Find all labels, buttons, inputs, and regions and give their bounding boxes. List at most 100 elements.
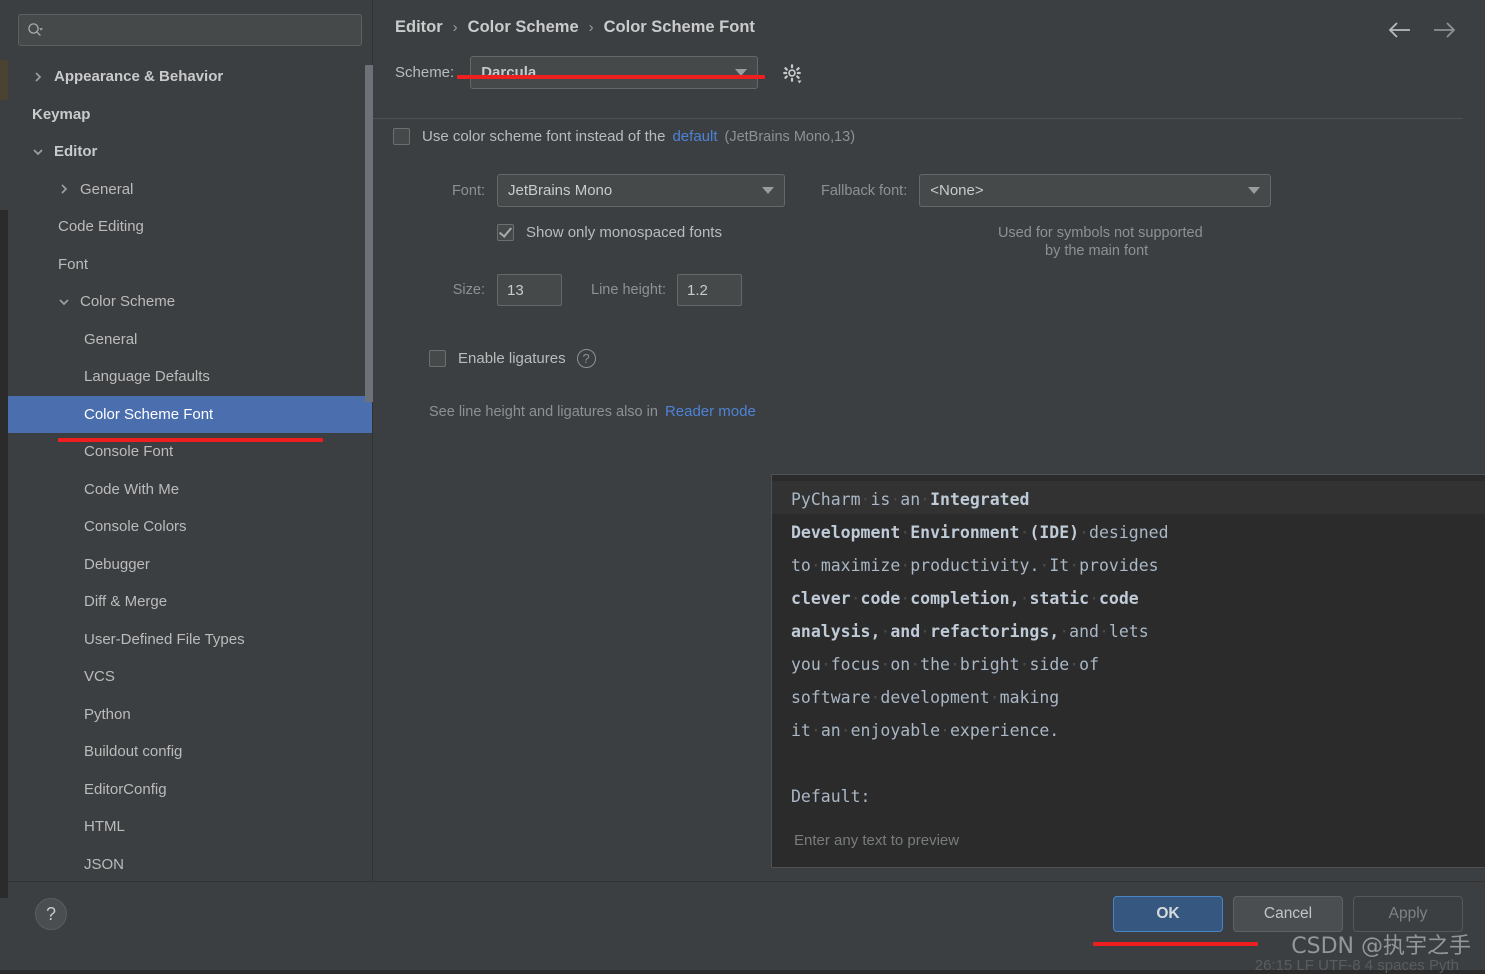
preview-line: Default:	[791, 780, 1485, 813]
preview-token: ·	[920, 490, 931, 509]
options-area: Use color scheme font instead of the def…	[373, 128, 1485, 420]
search-row	[8, 0, 372, 56]
sidebar-item-code-with-me[interactable]: Code With Me	[8, 471, 372, 509]
search-icon	[27, 22, 43, 38]
sidebar-item-code-editing[interactable]: Code Editing	[8, 208, 372, 246]
preview-token: ·	[949, 655, 960, 674]
ok-button[interactable]: OK	[1113, 896, 1223, 932]
chevron-right-icon[interactable]	[32, 71, 44, 83]
preview-token: code	[1099, 589, 1139, 608]
sidebar-item-appearance-behavior[interactable]: Appearance & Behavior	[8, 58, 372, 96]
sidebar-item-python[interactable]: Python	[8, 696, 372, 734]
preview-placeholder: Enter any text to preview	[794, 832, 960, 849]
sidebar-item-font[interactable]: Font	[8, 246, 372, 284]
sidebar-item-label: Appearance & Behavior	[54, 68, 224, 86]
search-box[interactable]	[18, 14, 362, 46]
sidebar-item-json[interactable]: JSON	[8, 846, 372, 882]
preview-token: ·	[810, 556, 821, 575]
sidebar-item-console-colors[interactable]: Console Colors	[8, 508, 372, 546]
settings-dialog: Appearance & Behavior Keymap Editor General…	[8, 0, 1485, 970]
backdrop-strip-left-b	[0, 100, 8, 210]
monospaced-label: Show only monospaced fonts	[526, 224, 722, 241]
sidebar-item-editorconfig[interactable]: EditorConfig	[8, 771, 372, 809]
font-select[interactable]: JetBrains Mono	[497, 174, 785, 207]
chevron-down-icon[interactable]	[32, 146, 44, 158]
reader-mode-note: See line height and ligatures also in Re…	[373, 403, 1485, 420]
preview-token: provides	[1079, 556, 1159, 575]
backdrop-strip-left-c	[0, 210, 8, 238]
scheme-select[interactable]: Darcula	[470, 56, 759, 89]
sidebar-item-language-defaults[interactable]: Language Defaults	[8, 358, 372, 396]
search-input[interactable]	[43, 21, 353, 39]
question-mark-icon[interactable]: ?	[576, 349, 596, 368]
backdrop-strip-left-a	[0, 60, 8, 100]
preview-token: ·	[1069, 655, 1080, 674]
ligatures-row: Enable ligatures ?	[373, 349, 1485, 368]
sidebar-item-color-scheme-font[interactable]: Color Scheme Font	[8, 395, 372, 433]
preview-token: ·	[840, 721, 851, 740]
sidebar-item-user-defined-file-types[interactable]: User-Defined File Types	[8, 621, 372, 659]
sidebar-item-editor[interactable]: Editor	[8, 133, 372, 171]
preview-token: it	[791, 721, 811, 740]
default-font-link[interactable]: default	[672, 128, 717, 145]
preview-token: ·	[940, 721, 950, 740]
fallback-font-select[interactable]: <None>	[919, 174, 1272, 207]
sidebar-item-html[interactable]: HTML	[8, 808, 372, 846]
preview-token: ·	[870, 688, 881, 707]
settings-tree[interactable]: Appearance & Behavior Keymap Editor General…	[8, 56, 372, 881]
monospaced-checkbox[interactable]	[497, 224, 514, 241]
sidebar-item-buildout-config[interactable]: Buildout config	[8, 733, 372, 771]
preview-token: ·	[910, 655, 921, 674]
preview-token: (IDE)	[1029, 523, 1080, 542]
annotation-underline-scheme	[457, 75, 765, 79]
preview-token: ·	[880, 622, 891, 641]
preview-token: bright	[959, 655, 1020, 674]
sidebar-item-label: Editor	[54, 143, 98, 161]
sidebar-item-vcs[interactable]: VCS	[8, 658, 372, 696]
gear-icon[interactable]	[780, 61, 804, 85]
line-height-input[interactable]: 1.2	[676, 274, 742, 306]
chevron-right-icon[interactable]	[58, 183, 70, 195]
sidebar-item-color-scheme[interactable]: Color Scheme	[8, 283, 372, 321]
sidebar-item-label: General	[80, 180, 134, 198]
preview-token: ·	[850, 589, 861, 608]
preview-token: the	[920, 655, 950, 674]
dialog-body: Appearance & Behavior Keymap Editor General…	[8, 0, 1485, 881]
chevron-down-icon[interactable]	[58, 296, 70, 308]
cancel-button[interactable]: Cancel	[1233, 896, 1343, 932]
sidebar-item-label: General	[84, 330, 138, 348]
preview-text: PyCharm·is·an·Integrated Development·Envi…	[791, 483, 1485, 813]
font-preview[interactable]: PyCharm·is·an·Integrated Development·Envi…	[771, 474, 1485, 868]
preview-token: ·	[1039, 556, 1050, 575]
preview-token: static	[1029, 589, 1090, 608]
scheme-label: Scheme:	[395, 64, 455, 81]
sidebar-item-label: Code With Me	[84, 480, 180, 498]
preview-line: to·maximize·productivity.·It·provides	[791, 549, 1485, 582]
sidebar-item-diff-merge[interactable]: Diff & Merge	[8, 583, 372, 621]
sidebar-item-keymap[interactable]: Keymap	[8, 96, 372, 134]
preview-token: on	[890, 655, 911, 674]
fallback-hint-row-2: by the main font	[373, 243, 1485, 259]
preview-token: making	[999, 688, 1060, 707]
size-input[interactable]: 13	[497, 274, 562, 306]
preview-line: analysis,·and·refactorings,·and·lets	[791, 615, 1485, 648]
ligatures-checkbox[interactable]	[429, 350, 446, 367]
preview-token: analysis,	[791, 622, 881, 641]
fallback-font-label: Fallback font:	[821, 182, 908, 199]
sidebar-item-label: Language Defaults	[84, 368, 210, 386]
sidebar-item-general[interactable]: General	[8, 171, 372, 209]
sidebar-item-general[interactable]: General	[8, 321, 372, 359]
preview-token: completion,	[910, 589, 1020, 608]
preview-token: ·	[920, 622, 931, 641]
help-button[interactable]: ?	[35, 898, 67, 930]
preview-token: and	[890, 622, 921, 641]
sidebar-item-label: Code Editing	[58, 218, 144, 236]
preview-token: ·	[1089, 589, 1099, 608]
sidebar-item-debugger[interactable]: Debugger	[8, 546, 372, 584]
reader-mode-link[interactable]: Reader mode	[665, 403, 756, 420]
size-label: Size:	[452, 282, 485, 298]
breadcrumb-separator-0: ›	[452, 18, 458, 36]
preview-token: ·	[989, 688, 1000, 707]
sidebar-item-label: Console Colors	[84, 518, 187, 536]
use-scheme-font-checkbox[interactable]	[393, 128, 410, 145]
